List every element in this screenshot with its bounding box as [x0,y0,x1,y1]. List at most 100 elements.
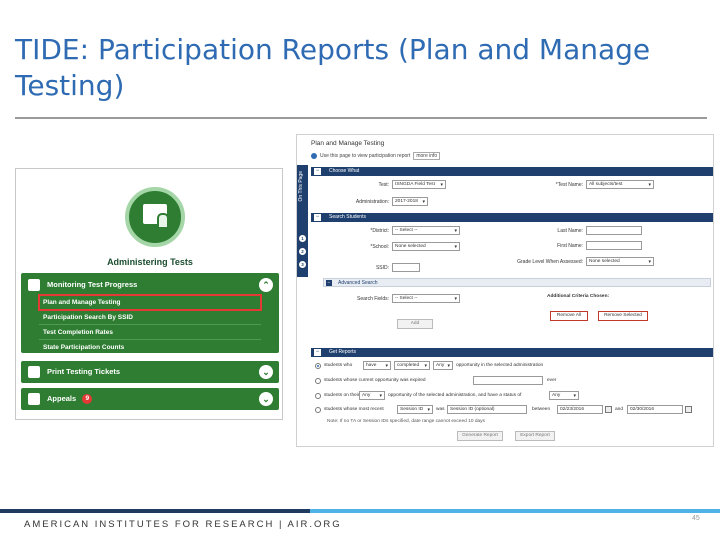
step-3-marker[interactable]: 3 [299,261,306,268]
section-label: Print Testing Tickets [47,367,121,376]
row3-status-select[interactable]: Any [549,391,579,400]
row2-text-a: students whose current opportunity was e… [324,378,426,383]
report-option-1-radio[interactable] [315,363,321,369]
section-appeals[interactable]: Appeals 9 ⌄ [21,388,279,410]
row4-text-b: was [436,407,445,412]
test-name-label: *Test Name: [555,182,583,188]
choose-what-header[interactable]: − Choose What [311,167,713,176]
presenter-board-icon [125,187,185,247]
generate-report-button[interactable]: Generate Report [457,431,503,441]
row4-session-id-input[interactable]: Session ID (optional) [447,405,527,414]
step-1-marker[interactable]: 1 [299,235,306,242]
car-icon [28,279,40,291]
row1-have-select[interactable]: have [363,361,391,370]
row2-text-b: ever [547,378,557,383]
test-label: Test: [378,182,389,188]
district-select[interactable]: -- Select -- [392,226,460,235]
row3-text-a: students on their [324,393,360,398]
collapse-icon[interactable]: − [314,349,321,356]
test-name-select[interactable]: All subjects/test [586,180,654,189]
section-title: Get Reports [329,349,356,355]
monitoring-test-progress-header[interactable]: Monitoring Test Progress ⌃ [21,273,279,297]
first-name-input[interactable] [586,241,642,250]
title-divider [15,117,707,119]
footer-organization: AMERICAN INSTITUTES FOR RESEARCH | AIR.O… [24,519,342,530]
step-2-marker[interactable]: 2 [299,248,306,255]
calendar-icon[interactable] [605,406,612,413]
collapse-icon[interactable]: − [314,168,321,175]
more-info-select[interactable]: more info [413,152,441,160]
footer-bar-light [310,509,720,513]
section-title: Choose What [329,168,360,174]
row1-text-b: opportunity in the selected administrati… [456,363,544,368]
chevron-down-icon[interactable]: ⌄ [259,392,273,406]
report-option-4-radio[interactable] [315,407,321,413]
grade-level-select[interactable]: None selected [586,257,654,266]
add-button[interactable]: Add [397,319,433,329]
administering-tests-tile[interactable]: Administering Tests [21,173,279,277]
last-name-input[interactable] [586,226,642,235]
get-reports-header[interactable]: − Get Reports [311,348,713,357]
row3-opportunity-select[interactable]: Any [359,391,385,400]
info-row: Use this page to view participation repo… [311,152,441,160]
advanced-search-header[interactable]: − Advanced Search [323,278,711,287]
start-date-input[interactable]: 02/23/2016 [557,405,603,414]
school-label: *School: [370,244,389,250]
chevron-up-icon[interactable]: ⌃ [259,278,273,292]
page-number: 45 [692,515,700,522]
search-fields-label: Search Fields: [357,296,389,302]
district-label: *District: [370,228,389,234]
row2-input[interactable] [473,376,543,385]
footer-bar-dark [0,509,310,513]
report-option-3-radio[interactable] [315,393,321,399]
row4-session-type-select[interactable]: Session ID [397,405,433,414]
remove-all-button[interactable]: Remove All [550,311,588,321]
menu-item-test-completion-rates[interactable]: Test Completion Rates [39,325,261,340]
appeals-count-badge: 9 [82,394,93,405]
collapse-icon[interactable]: − [326,280,332,286]
search-students-header[interactable]: − Search Students [311,213,713,222]
menu-item-state-participation-counts[interactable]: State Participation Counts [39,340,261,355]
side-tab-label: On This Page [298,171,304,202]
on-this-page-tab[interactable]: On This Page 1 2 3 [297,165,308,277]
chevron-down-icon[interactable]: ⌄ [259,365,273,379]
administration-select[interactable]: 2017-2018 [392,197,428,206]
gear-icon [28,393,40,405]
ssid-input[interactable] [392,263,420,272]
tile-label: Administering Tests [107,257,193,267]
report-option-2-radio[interactable] [315,378,321,384]
info-icon [311,152,317,159]
menu-item-participation-search-by-ssid[interactable]: Participation Search By SSID [39,310,261,325]
section-title: Advanced Search [338,280,378,286]
plan-and-manage-testing-screenshot: Plan and Manage Testing Use this page to… [296,134,714,447]
row4-text-c: between [532,407,551,412]
first-name-label: First Name: [557,243,583,249]
row1-any-select[interactable]: Any [433,361,453,370]
last-name-label: Last Name: [557,228,583,234]
section-print-testing-tickets[interactable]: Print Testing Tickets ⌄ [21,361,279,383]
administration-label: Administration: [355,199,389,205]
calendar-icon[interactable] [685,406,692,413]
export-report-button[interactable]: Export Report [515,431,555,441]
additional-criteria-label: Additional Criteria Chosen: [547,294,610,299]
ssid-label: SSID: [375,265,389,271]
date-range-note: Note: If no TA or Session IDs specified,… [327,419,485,424]
end-date-input[interactable]: 02/30/2016 [627,405,683,414]
test-select[interactable]: ISNGDA Field Test [392,180,446,189]
collapse-icon[interactable]: − [314,214,321,221]
section-title: Search Students [329,214,366,220]
row4-and-text: and [615,407,624,412]
row4-text-a: students whose most recent [324,407,384,412]
row1-text-a: students who [324,363,353,368]
search-fields-select[interactable]: -- Select -- [392,294,460,303]
row1-completed-select[interactable]: completed [394,361,430,370]
remove-selected-button[interactable]: Remove Selected [598,311,648,321]
section-label: Appeals [47,394,77,403]
row3-text-b: opportunity of the selected administrati… [388,393,522,398]
menu-item-plan-and-manage-testing[interactable]: Plan and Manage Testing [38,294,262,311]
section-monitoring-test-progress: Monitoring Test Progress ⌃ Plan and Mana… [21,273,279,353]
info-text: Use this page to view participation repo… [320,153,411,159]
printer-icon [28,366,40,378]
school-select[interactable]: None selected [392,242,460,251]
page-title: Plan and Manage Testing [311,140,385,147]
